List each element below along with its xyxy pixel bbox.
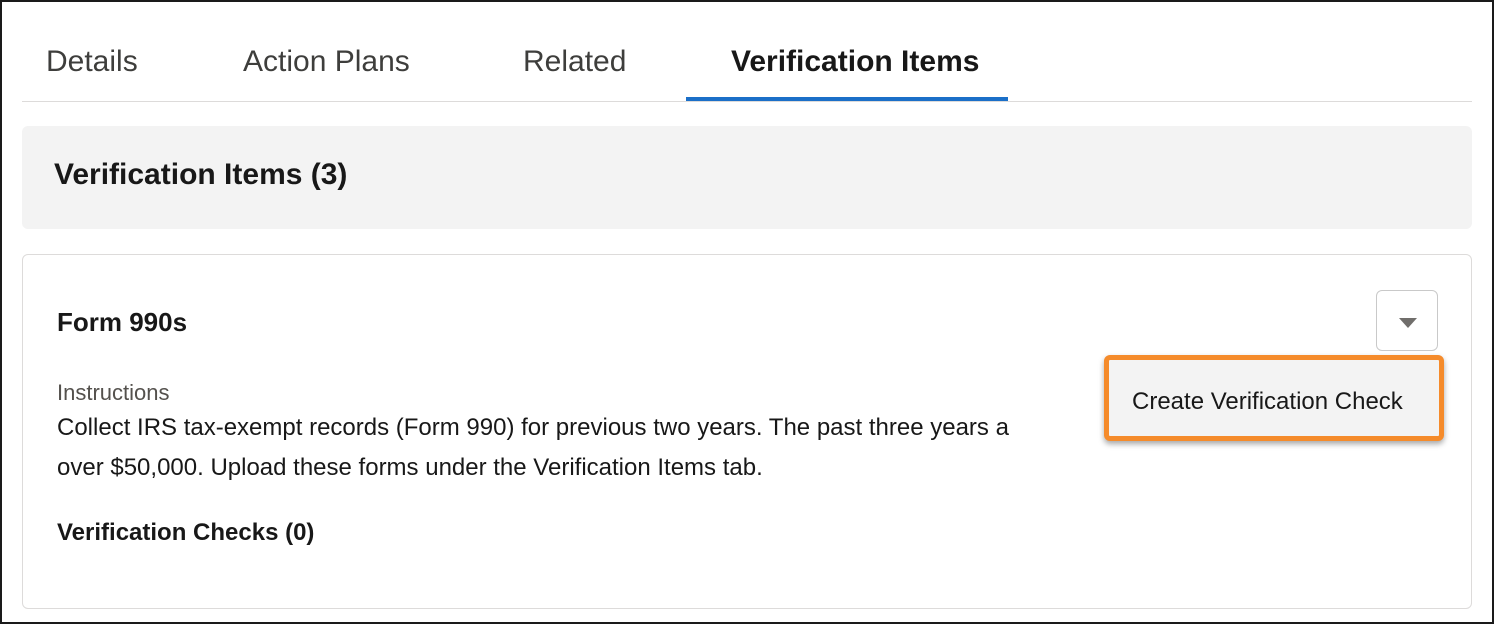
tab-verification-items[interactable]: Verification Items	[731, 42, 979, 82]
tab-details[interactable]: Details	[46, 42, 138, 82]
instructions-line: over $50,000. Upload these forms under t…	[57, 454, 763, 481]
card-menu-button[interactable]	[1376, 290, 1438, 351]
app-frame: Details Action Plans Related Verificatio…	[0, 0, 1494, 624]
tab-bar: Details Action Plans Related Verificatio…	[22, 2, 1472, 102]
create-verification-check-menu-item[interactable]: Create Verification Check	[1104, 355, 1444, 441]
tab-action-plans[interactable]: Action Plans	[243, 42, 410, 82]
tab-related[interactable]: Related	[523, 42, 626, 82]
chevron-down-icon	[1399, 318, 1417, 328]
verification-checks-title: Verification Checks (0)	[57, 519, 315, 546]
instructions-label: Instructions	[57, 380, 170, 405]
instructions-value: Collect IRS tax-exempt records (Form 990…	[57, 408, 1087, 488]
instructions-line: Collect IRS tax-exempt records (Form 990…	[57, 414, 1009, 441]
related-list-header: Verification Items (3)	[22, 126, 1472, 229]
active-tab-indicator	[686, 97, 1008, 101]
related-list-title: Verification Items (3)	[54, 158, 348, 191]
card-title: Form 990s	[57, 307, 188, 337]
menu-item-label: Create Verification Check	[1132, 388, 1403, 415]
